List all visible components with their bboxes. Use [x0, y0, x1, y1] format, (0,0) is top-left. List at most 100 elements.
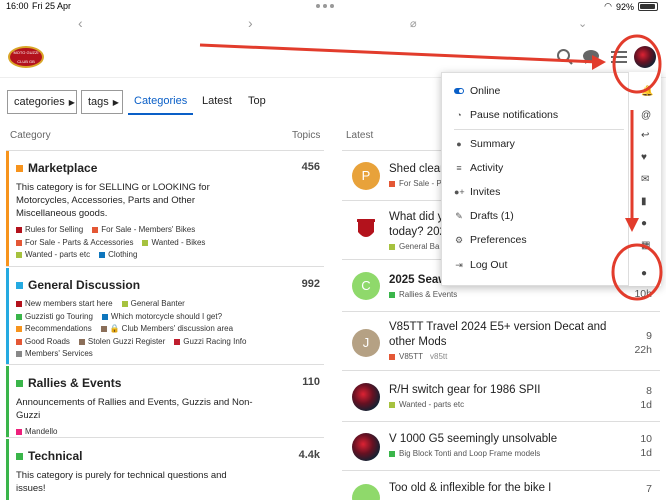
- topic-category[interactable]: Rallies & Events: [389, 290, 457, 299]
- topic-category[interactable]: Wanted - parts etc: [389, 400, 464, 409]
- subcategory-link[interactable]: Wanted - Bikes: [142, 237, 205, 250]
- subcategory-link[interactable]: Which motorcycle should I get?: [101, 311, 222, 324]
- topic-stats: 9 22h: [634, 330, 652, 356]
- topic-title[interactable]: V85TT Travel 2024 E5+ version Decat and …: [389, 320, 609, 350]
- category-title[interactable]: Rallies & Events: [16, 376, 324, 390]
- subcategory-link[interactable]: For Sale - Members' Bikes: [92, 224, 195, 237]
- pause-icon: ◔: [456, 110, 462, 120]
- topic-row[interactable]: V 1000 G5 seemingly unsolvable Big Block…: [342, 423, 660, 471]
- subcategory-link[interactable]: 🔒 Club Members' discussion area: [100, 323, 233, 336]
- search-icon[interactable]: [556, 48, 574, 66]
- topic-count: 456: [301, 161, 320, 173]
- pencil-icon: ✎: [455, 210, 463, 221]
- toggle-icon[interactable]: [454, 88, 464, 94]
- subcategory-list: Mandello: [16, 426, 256, 439]
- chat-icon[interactable]: ●: [641, 218, 647, 229]
- subcategory-link[interactable]: Guzzi Racing Info: [174, 336, 246, 349]
- reply-icon[interactable]: ↩: [641, 130, 649, 141]
- topic-title[interactable]: What did y today? 202: [389, 210, 449, 240]
- topic-replies: 7: [646, 483, 652, 495]
- category-row-general-discussion[interactable]: General Discussion 992 New members start…: [6, 268, 324, 365]
- subcategory-link[interactable]: For Sale - Parts & Accessories: [16, 237, 133, 250]
- topic-row[interactable]: Too old & inflexible for the bike I 7: [342, 472, 660, 500]
- subcategory-link[interactable]: Recommendations: [16, 323, 92, 336]
- topic-row[interactable]: J V85TT Travel 2024 E5+ version Decat an…: [342, 313, 660, 371]
- topic-avatar[interactable]: [352, 383, 380, 411]
- tab-top[interactable]: Top: [248, 95, 266, 107]
- category-description: Announcements of Rallies and Events, Guz…: [16, 397, 253, 421]
- menu-item-invites[interactable]: ●+ Invites: [454, 186, 500, 198]
- menu-item-log-out[interactable]: ⇥ Log Out: [454, 259, 507, 271]
- menu-item-summary[interactable]: ● Summary: [454, 138, 515, 150]
- subcategory-link[interactable]: Mandello: [16, 426, 57, 439]
- tab-latest[interactable]: Latest: [202, 95, 232, 107]
- topic-count: 992: [301, 278, 320, 290]
- menu-item-drafts[interactable]: ✎ Drafts (1): [454, 210, 514, 222]
- tab-categories[interactable]: Categories: [128, 95, 194, 115]
- battery-percent: 92%: [615, 1, 634, 12]
- category-title[interactable]: Marketplace: [16, 161, 324, 175]
- chat-icon[interactable]: [582, 48, 600, 66]
- category-description: This category is purely for technical qu…: [16, 470, 227, 494]
- forward-arrow-icon[interactable]: ›: [248, 15, 253, 31]
- subcategory-link[interactable]: General Banter: [121, 298, 185, 311]
- back-arrow-icon[interactable]: ‹: [78, 15, 83, 31]
- navigation-row: categories ▶ tags ▶ Categories Latest Top: [0, 90, 440, 116]
- bookmark-icon[interactable]: ▮: [641, 196, 647, 207]
- heart-icon[interactable]: ♥: [641, 152, 647, 163]
- club-logo[interactable]: MOTO GUZZI CLUB GB: [8, 46, 44, 68]
- at-icon[interactable]: @: [641, 110, 651, 121]
- topic-avatar[interactable]: P: [352, 162, 380, 190]
- subcategory-link[interactable]: Good Roads: [16, 336, 70, 349]
- multitasking-dots-icon[interactable]: [316, 4, 342, 8]
- link-icon[interactable]: ⌀: [410, 17, 417, 30]
- topic-category[interactable]: General Ba: [389, 242, 439, 251]
- topic-tag: v85tt: [430, 352, 448, 361]
- chevron-down-icon[interactable]: ⌄: [578, 17, 587, 30]
- gear-icon: ⚙: [454, 234, 464, 245]
- topic-category[interactable]: For Sale - P: [389, 179, 442, 188]
- envelope-icon[interactable]: ✉: [641, 174, 649, 185]
- subcategory-link[interactable]: Members' Services: [16, 348, 93, 361]
- topics-column-header: Topics: [292, 130, 321, 141]
- topic-avatar[interactable]: J: [352, 329, 380, 357]
- tags-dropdown[interactable]: tags ▶: [81, 90, 123, 114]
- profile-icon[interactable]: ●: [641, 268, 647, 279]
- club-shield-avatar[interactable]: [352, 216, 380, 244]
- user-menu-tabs: 🔔 @ ↩ ♥ ✉ ▮ ● ▦ ●: [628, 72, 661, 286]
- category-row-technical[interactable]: Technical 4.4k This category is purely f…: [6, 439, 324, 500]
- subcategory-link[interactable]: Rules for Selling: [16, 224, 83, 237]
- subcategory-link[interactable]: Guzzisti go Touring: [16, 311, 93, 324]
- subcategory-link[interactable]: Stolen Guzzi Register: [78, 336, 165, 349]
- category-row-rallies-events[interactable]: Rallies & Events 110 Announcements of Ra…: [6, 366, 324, 438]
- category-title[interactable]: General Discussion: [16, 278, 324, 292]
- topic-avatar[interactable]: [352, 484, 380, 500]
- categories-dropdown[interactable]: categories ▶: [7, 90, 77, 114]
- menu-item-pause-notifications[interactable]: ◔ Pause notifications: [454, 109, 558, 121]
- subcategory-link[interactable]: Wanted - parts etc: [16, 249, 90, 262]
- bell-icon[interactable]: 🔔: [641, 86, 653, 97]
- menu-item-preferences[interactable]: ⚙ Preferences: [454, 234, 527, 246]
- topic-category[interactable]: V85TT v85tt: [389, 352, 447, 361]
- grid-icon[interactable]: ▦: [641, 240, 650, 251]
- subcategory-list: Rules for Selling For Sale - Members' Bi…: [16, 224, 256, 262]
- subcategory-link[interactable]: New members start here: [16, 298, 113, 311]
- topic-avatar[interactable]: C: [352, 272, 380, 300]
- user-avatar[interactable]: [634, 46, 656, 68]
- topic-title[interactable]: Too old & inflexible for the bike I: [389, 481, 619, 496]
- menu-item-activity[interactable]: ≡ Activity: [454, 162, 503, 174]
- category-row-marketplace[interactable]: Marketplace 456 This category is for SEL…: [6, 151, 324, 267]
- topic-category[interactable]: Big Block Tonti and Loop Frame models: [389, 449, 540, 458]
- menu-item-online[interactable]: Online: [454, 85, 500, 97]
- topic-row[interactable]: R/H switch gear for 1986 SPII Wanted - p…: [342, 372, 660, 422]
- topic-age: 10h: [634, 288, 652, 300]
- status-right: ◠ 92%: [604, 1, 658, 12]
- caret-right-icon: ▶: [112, 98, 119, 107]
- subcategory-link[interactable]: Clothing: [99, 249, 137, 262]
- topic-stats: 10 1d: [640, 433, 652, 459]
- hamburger-menu-icon[interactable]: [610, 48, 628, 66]
- category-title[interactable]: Technical: [16, 449, 324, 463]
- topic-avatar[interactable]: [352, 433, 380, 461]
- topic-title[interactable]: R/H switch gear for 1986 SPII: [389, 383, 619, 398]
- topic-title[interactable]: V 1000 G5 seemingly unsolvable: [389, 432, 619, 447]
